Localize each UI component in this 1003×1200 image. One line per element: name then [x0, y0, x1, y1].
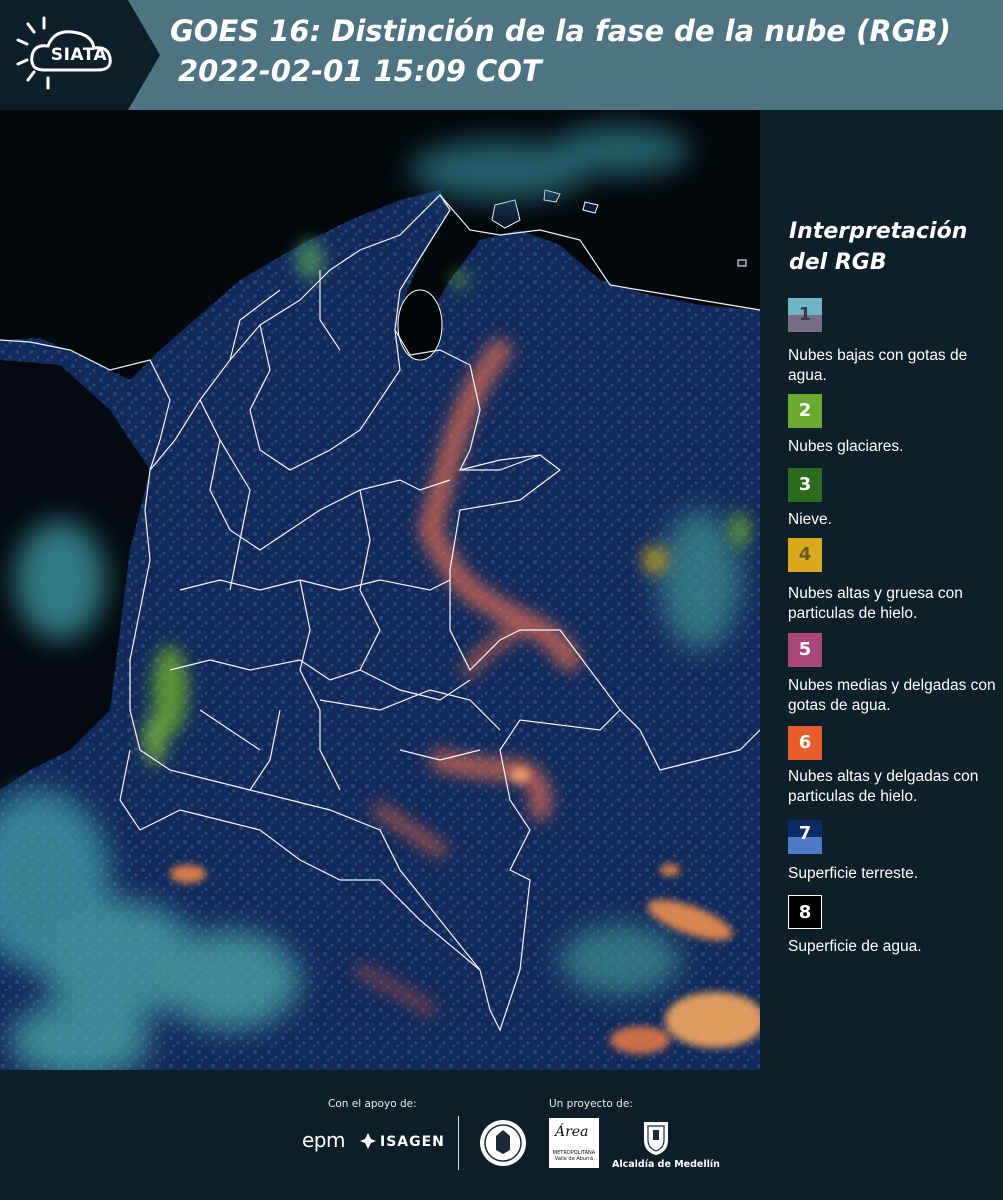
- page-title: GOES 16: Distinción de la fase de la nub…: [170, 14, 951, 48]
- legend-label-5: Nubes medias y delgadas con gotas de agu…: [788, 677, 996, 714]
- area-metropolitana-logo: Área METROPOLITANA Valle de Aburrá: [549, 1118, 599, 1168]
- isagen-logo: ISAGEN: [380, 1134, 445, 1150]
- alcaldia-logo-text: Alcaldía de Medellín: [612, 1159, 720, 1170]
- legend-label-8: Superficie de agua.: [788, 938, 922, 955]
- legend-swatch-7: 7: [788, 820, 822, 854]
- satellite-map: [0, 110, 760, 1070]
- area-logo-sub: METROPOLITANA Valle de Aburrá: [552, 1150, 596, 1162]
- timestamp: 2022-02-01 15:09 COT: [178, 54, 542, 88]
- header-bar: SIATA GOES 16: Distinción de la fase de …: [0, 0, 1003, 110]
- alcaldia-crest-icon: [644, 1122, 668, 1155]
- legend-label-7: Superficie terreste.: [788, 865, 919, 882]
- legend-title: Interpretación del RGB: [789, 219, 968, 275]
- legend-swatch-6: 6: [788, 726, 822, 760]
- epm-logo: epm: [302, 1128, 345, 1152]
- legend-swatch-5: 5: [788, 633, 822, 667]
- area-logo-word: Área: [555, 1124, 589, 1140]
- legend-label-6: Nubes altas y delgadas con particulas de…: [788, 768, 979, 805]
- legend-swatch-4: 4: [788, 538, 822, 572]
- legend-label-3: Nieve.: [788, 511, 832, 528]
- legend-label-2: Nubes glaciares.: [788, 438, 904, 455]
- legend-label-4: Nubes altas y gruesa con particulas de h…: [788, 585, 963, 622]
- legend-swatch-3: 3: [788, 468, 822, 502]
- legend-label-1: Nubes bajas con gotas de agua.: [788, 347, 968, 384]
- legend-swatch-8: 8: [788, 895, 822, 929]
- isagen-icon: [360, 1133, 376, 1149]
- siata-logo: SIATA: [0, 0, 160, 110]
- legend-swatch-1: 1: [788, 298, 822, 332]
- municipal-seal-icon: [480, 1120, 526, 1166]
- support-caption: Con el apoyo de:: [328, 1098, 417, 1110]
- siata-logo-text: SIATA: [50, 45, 108, 65]
- project-caption: Un proyecto de:: [549, 1098, 633, 1110]
- legend-panel: Interpretación del RGB 1 Nubes bajas con…: [760, 110, 1003, 1070]
- legend-swatch-2: 2: [788, 394, 822, 428]
- footer-divider: [458, 1116, 459, 1170]
- footer: Con el apoyo de: Un proyecto de: epm ISA…: [0, 1070, 1003, 1200]
